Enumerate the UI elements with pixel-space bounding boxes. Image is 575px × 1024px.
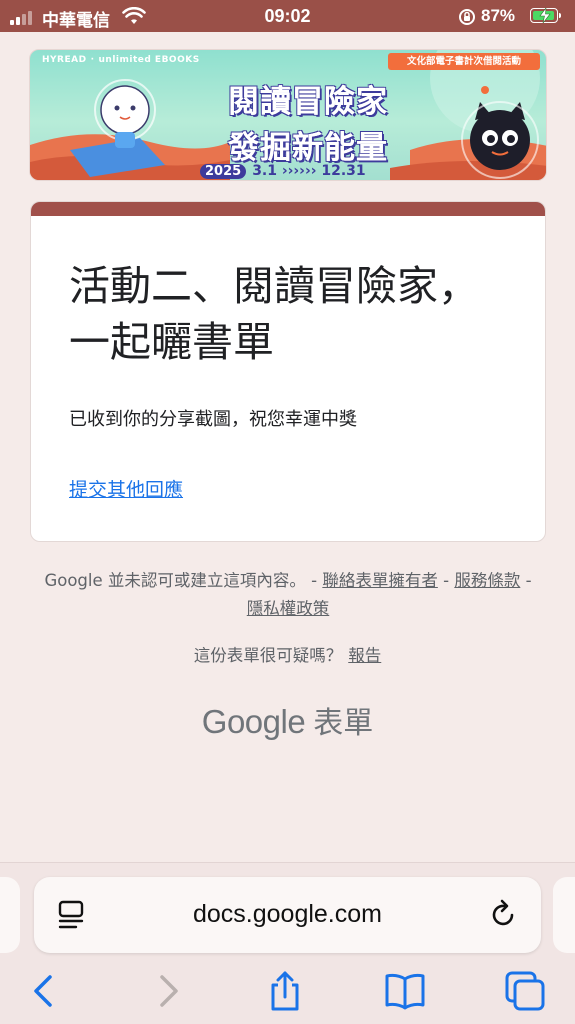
terms-link[interactable]: 服務條款 xyxy=(454,571,520,590)
bookmarks-icon[interactable] xyxy=(383,969,427,1013)
forward-chevron-icon[interactable] xyxy=(146,969,190,1013)
separator: - xyxy=(443,571,450,590)
form-accent-bar xyxy=(31,202,545,216)
footer-disclaimer: Google 並未認可或建立這項內容。 - 聯絡表單擁有者 - 服務條款 - 隱… xyxy=(40,567,536,623)
previous-tab-peek[interactable] xyxy=(0,877,20,953)
separator: - xyxy=(525,571,532,590)
browser-toolbar: docs.google.com xyxy=(0,862,575,1024)
share-icon[interactable] xyxy=(263,969,307,1013)
report-link[interactable]: 報告 xyxy=(348,646,381,665)
forms-logo-text: 表單 xyxy=(313,706,374,741)
banner-title-line1: 閱讀冒險家 xyxy=(228,84,388,120)
privacy-link[interactable]: 隱私權政策 xyxy=(247,599,330,618)
google-forms-logo[interactable]: Google 表單 xyxy=(0,698,575,742)
status-bar: 中華電信 09:02 87% xyxy=(0,0,575,32)
banner-brand: HYREAD · unlimited EBOOKS xyxy=(42,55,200,65)
form-title: 活動二、閱讀冒險家，一起曬書單 xyxy=(69,262,479,366)
battery-charging-icon xyxy=(530,8,561,23)
form-response-card: 活動二、閱讀冒險家，一起曬書單 已收到你的分享截圖，祝您幸運中獎 提交其他回應 xyxy=(30,201,546,542)
report-row: 這份表單很可疑嗎？ 報告 xyxy=(0,642,575,666)
google-logo-text: Google xyxy=(201,703,306,740)
banner-date-range: 3.1 ›››››› 12.31 xyxy=(252,163,366,179)
battery-percent: 87% xyxy=(481,6,516,25)
back-chevron-icon[interactable] xyxy=(22,969,66,1013)
reload-icon[interactable] xyxy=(490,899,518,933)
banner-year: 2025 xyxy=(200,164,247,179)
suspicious-question: 這份表單很可疑嗎？ xyxy=(193,646,343,665)
confirmation-message: 已收到你的分享截圖，祝您幸運中獎 xyxy=(69,409,357,430)
tabs-icon[interactable] xyxy=(503,969,547,1013)
header-banner-image: HYREAD · unlimited EBOOKS 文化部電子書計次借閱活動 閱讀冒… xyxy=(29,49,547,181)
orientation-lock-icon xyxy=(458,8,476,31)
url-text[interactable]: docs.google.com xyxy=(34,900,541,929)
banner-tag: 文化部電子書計次借閱活動 xyxy=(388,53,540,70)
banner-date: 2025 3.1 ›››››› 12.31 xyxy=(200,163,366,179)
next-tab-peek[interactable] xyxy=(553,877,575,953)
banner-title-line2: 發掘新能量 xyxy=(228,130,388,166)
address-bar[interactable]: docs.google.com xyxy=(34,877,541,953)
contact-owner-link[interactable]: 聯絡表單擁有者 xyxy=(322,571,438,590)
disclaimer-text: Google 並未認可或建立這項內容。 - xyxy=(44,571,318,590)
submit-another-response-link[interactable]: 提交其他回應 xyxy=(69,475,183,502)
